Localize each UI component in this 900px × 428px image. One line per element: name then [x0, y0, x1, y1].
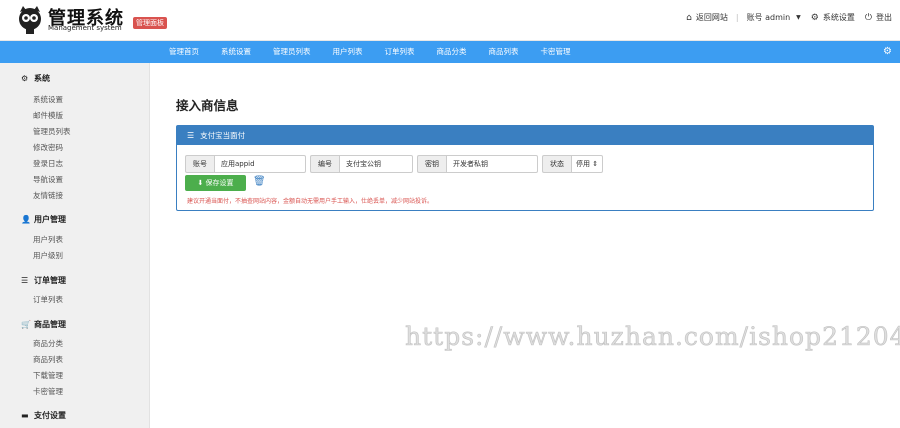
- nav-system-settings[interactable]: 系统设置: [210, 41, 262, 63]
- sidebar-item-nav-settings[interactable]: 导航设置: [33, 174, 63, 185]
- sidebar-item-categories[interactable]: 商品分类: [33, 338, 63, 349]
- sidebar-item-friend-links[interactable]: 友情链接: [33, 190, 63, 201]
- caret-down-icon[interactable]: ▼: [796, 14, 801, 21]
- watermark-text: https://www.huzhan.com/ishop21204: [405, 322, 900, 352]
- sidebar-item-login-log[interactable]: 登录日志: [33, 158, 63, 169]
- sidebar-item-downloads[interactable]: 下载管理: [33, 370, 63, 381]
- top-links: ⌂ 返回网站 | 账号 admin ▼ ⚙ 系统设置 ⏻ 登出: [686, 12, 892, 23]
- main-content: 接入商信息 ☰ 支付宝当面付 账号 应用appid 编号 支付宝公钥 密钥 开发者…: [150, 63, 900, 428]
- sidebar-group-payment: ▬ 支付设置: [21, 411, 66, 420]
- divider: |: [735, 13, 739, 22]
- sidebar-group-users: 👤 用户管理: [21, 215, 66, 224]
- nav-admin-list[interactable]: 管理员列表: [262, 41, 322, 63]
- sidebar-item-mail-templates[interactable]: 邮件模版: [33, 110, 63, 121]
- config-form-row: 账号 应用appid 编号 支付宝公钥 密钥 开发者私钥 状态 停用 ⇕: [185, 155, 607, 173]
- sidebar-item-change-password[interactable]: 修改密码: [33, 142, 63, 153]
- gear-icon: ⚙: [810, 12, 819, 23]
- status-field-group: 状态 停用 ⇕: [542, 155, 604, 173]
- nav-categories[interactable]: 商品分类: [426, 41, 478, 63]
- code-field-group: 编号 支付宝公钥: [310, 155, 413, 173]
- user-icon: 👤: [21, 215, 31, 224]
- panel-header: ☰ 支付宝当面付: [177, 126, 873, 145]
- sidebar-item-order-list[interactable]: 订单列表: [33, 294, 63, 305]
- back-to-site-link[interactable]: 返回网站: [696, 12, 728, 23]
- sidebar-item-user-levels[interactable]: 用户级别: [33, 250, 63, 261]
- account-label: 账号: [185, 155, 214, 173]
- panel-title: 支付宝当面付: [200, 131, 246, 140]
- gear-icon: ⚙: [21, 74, 29, 83]
- nav-user-list[interactable]: 用户列表: [322, 41, 374, 63]
- nav-gear-icon[interactable]: ⚙: [883, 46, 892, 57]
- power-icon: ⏻: [864, 12, 872, 23]
- page-title: 接入商信息: [176, 98, 239, 113]
- alipay-panel: ☰ 支付宝当面付 账号 应用appid 编号 支付宝公钥 密钥 开发者私钥 状态 …: [176, 125, 874, 211]
- select-arrows-icon: ⇕: [592, 160, 599, 168]
- logout-link[interactable]: 登出: [876, 12, 892, 23]
- sidebar-item-system-settings[interactable]: 系统设置: [33, 94, 63, 105]
- sidebar-item-product-list[interactable]: 商品列表: [33, 354, 63, 365]
- sidebar-group-system: ⚙ 系统: [21, 74, 50, 83]
- card-icon: ▬: [21, 411, 29, 420]
- key-field-group: 密钥 开发者私钥: [417, 155, 538, 173]
- top-bar: 管理系统 Management system 管理面板 ⌂ 返回网站 | 账号 …: [0, 0, 900, 41]
- sidebar-item-admin-list[interactable]: 管理员列表: [33, 126, 71, 137]
- account-field-group: 账号 应用appid: [185, 155, 306, 173]
- private-key-input[interactable]: 开发者私钥: [446, 155, 538, 173]
- system-settings-link[interactable]: 系统设置: [823, 12, 855, 23]
- nav-card-keys[interactable]: 卡密管理: [530, 41, 582, 63]
- key-label: 密钥: [417, 155, 446, 173]
- raccoon-logo-icon: [17, 6, 43, 34]
- list-icon: ☰: [187, 131, 195, 140]
- admin-panel-badge: 管理面板: [133, 17, 167, 29]
- notice-text: 建议开通当面付，不抽查网站内容，金额自动无需用户手工输入，仕绝丢单，减少网站投诉…: [187, 198, 434, 205]
- sidebar-group-orders: ☰ 订单管理: [21, 276, 66, 285]
- account-input[interactable]: 应用appid: [214, 155, 306, 173]
- list-icon: ☰: [21, 276, 29, 285]
- code-label: 编号: [310, 155, 339, 173]
- main-nav: 管理首页 系统设置 管理员列表 用户列表 订单列表 商品分类 商品列表 卡密管理…: [0, 41, 900, 63]
- nav-order-list[interactable]: 订单列表: [374, 41, 426, 63]
- trash-icon[interactable]: 🗑: [253, 176, 266, 187]
- sidebar-item-user-list[interactable]: 用户列表: [33, 234, 63, 245]
- status-label: 状态: [542, 155, 571, 173]
- download-icon: ⬇: [197, 179, 204, 187]
- cart-icon: 🛒: [21, 320, 31, 329]
- nav-products[interactable]: 商品列表: [478, 41, 530, 63]
- status-select[interactable]: 停用 ⇕: [571, 155, 604, 173]
- sidebar: ⚙ 系统 系统设置 邮件模版 管理员列表 修改密码 登录日志 导航设置 友情链接 …: [0, 63, 150, 428]
- logo-subtitle: Management system: [48, 24, 122, 32]
- sidebar-group-products: 🛒 商品管理: [21, 320, 66, 329]
- account-dropdown[interactable]: 账号 admin: [747, 12, 791, 23]
- save-settings-button[interactable]: ⬇ 保存设置: [185, 175, 246, 191]
- nav-dashboard[interactable]: 管理首页: [158, 41, 210, 63]
- public-key-input[interactable]: 支付宝公钥: [339, 155, 413, 173]
- sidebar-item-card-keys[interactable]: 卡密管理: [33, 386, 63, 397]
- home-icon: ⌂: [686, 12, 692, 23]
